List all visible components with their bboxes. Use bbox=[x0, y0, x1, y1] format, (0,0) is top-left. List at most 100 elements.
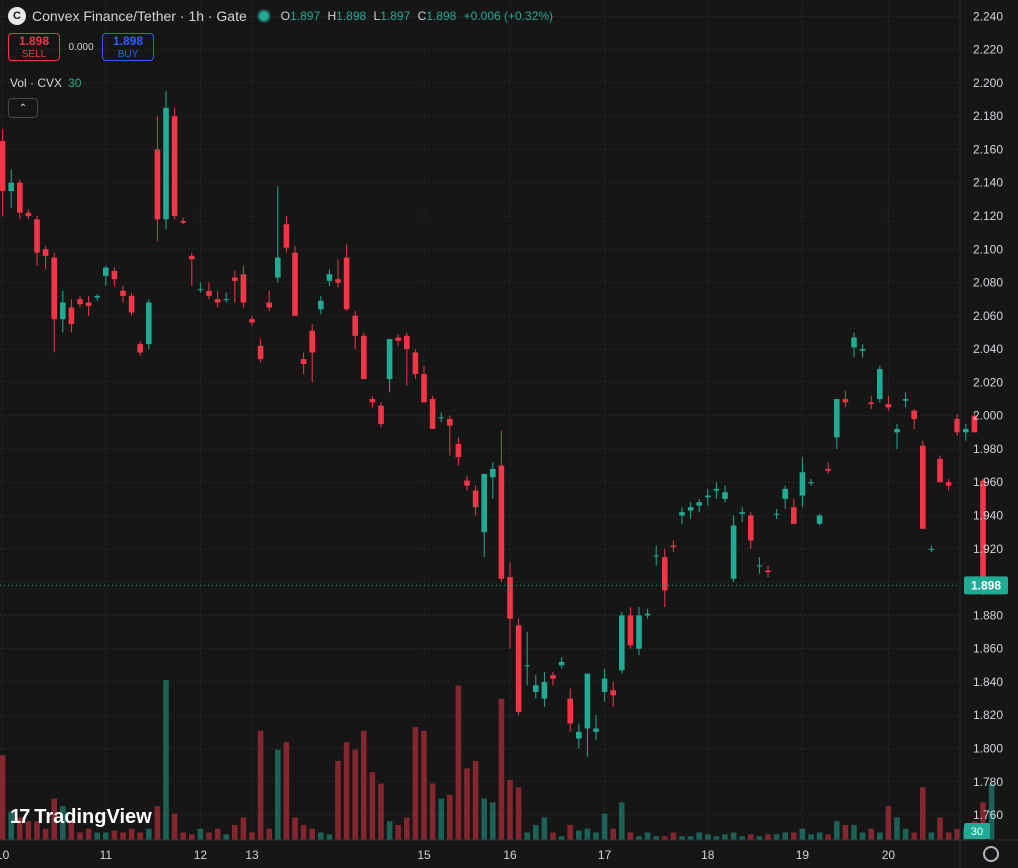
candle bbox=[42, 245, 49, 270]
candle bbox=[859, 344, 866, 358]
spread-value: 0.000 bbox=[68, 41, 94, 53]
candle bbox=[490, 462, 496, 499]
price-candles bbox=[0, 91, 995, 757]
candle bbox=[894, 424, 900, 449]
candle-body bbox=[834, 399, 840, 438]
candle bbox=[713, 482, 720, 499]
candle bbox=[963, 424, 969, 441]
candle-body bbox=[773, 513, 780, 515]
last-volume-label: 30 bbox=[971, 826, 983, 838]
candle bbox=[619, 612, 625, 674]
candle-body bbox=[782, 488, 788, 499]
candle-body bbox=[541, 681, 548, 699]
price-axis[interactable]: 2.240 2.220 2.200 2.180 2.160 2.140 2.120 2.100… bbox=[959, 0, 1008, 868]
volume-bar bbox=[472, 760, 479, 840]
candle bbox=[696, 498, 702, 513]
sell-button[interactable]: 1.898 SELL bbox=[8, 33, 60, 61]
candle bbox=[361, 332, 367, 380]
high-value: 1.898 bbox=[336, 9, 367, 23]
symbol-title[interactable]: Convex Finance/Tether · 1h · Gate bbox=[32, 8, 247, 24]
volume-bar bbox=[713, 836, 720, 840]
volume-bar bbox=[180, 832, 186, 840]
chart-grid bbox=[0, 0, 960, 840]
candle-body bbox=[859, 349, 866, 351]
candle-body bbox=[51, 257, 57, 320]
candle-body bbox=[404, 335, 410, 350]
candle bbox=[309, 324, 315, 383]
collapse-legend-button[interactable]: ⌃ bbox=[8, 98, 38, 118]
candle bbox=[51, 252, 57, 353]
candle bbox=[782, 485, 788, 509]
volume-legend[interactable]: Vol · CVX 30 bbox=[10, 76, 81, 90]
candle-body bbox=[257, 345, 264, 360]
volume-bar bbox=[662, 836, 668, 840]
candle bbox=[653, 545, 659, 566]
volume-bar bbox=[146, 828, 152, 840]
candle bbox=[34, 216, 40, 266]
volume-bar bbox=[773, 834, 780, 840]
candle-body bbox=[868, 402, 874, 405]
candle bbox=[283, 216, 290, 253]
candle-body bbox=[799, 472, 806, 496]
volume-bar bbox=[696, 832, 702, 840]
candlestick-chart[interactable]: 2.240 2.220 2.200 2.180 2.160 2.140 2.120 2.100… bbox=[0, 0, 1018, 868]
candle bbox=[0, 129, 6, 216]
volume-bar bbox=[782, 832, 788, 840]
candle bbox=[163, 91, 169, 230]
volume-bar bbox=[163, 680, 169, 840]
volume-bar bbox=[765, 834, 771, 840]
candle bbox=[369, 395, 376, 408]
candle-body bbox=[318, 300, 324, 310]
candle bbox=[455, 437, 462, 466]
volume-bar bbox=[318, 832, 324, 840]
volume-bar bbox=[421, 730, 427, 840]
volume-bar bbox=[920, 787, 926, 840]
volume-bar bbox=[851, 824, 857, 840]
candle-body bbox=[593, 728, 599, 732]
candle bbox=[171, 107, 178, 220]
buy-button[interactable]: 1.898 BUY bbox=[102, 33, 154, 61]
candle-body bbox=[739, 512, 745, 514]
candle bbox=[154, 116, 161, 241]
volume-bar bbox=[498, 698, 505, 840]
candle bbox=[610, 681, 616, 707]
candle bbox=[541, 671, 548, 707]
tradingview-logo[interactable]: 17 TradingView bbox=[10, 806, 152, 829]
candle bbox=[146, 299, 152, 350]
volume-bar bbox=[438, 798, 444, 840]
volume-bar bbox=[937, 817, 943, 840]
market-status-icon bbox=[258, 11, 269, 21]
candle-body bbox=[472, 490, 479, 508]
candle bbox=[524, 632, 530, 686]
candle bbox=[421, 365, 427, 403]
volume-bar bbox=[911, 832, 917, 840]
candle bbox=[679, 507, 685, 524]
candle bbox=[386, 339, 393, 393]
candle-body bbox=[77, 299, 83, 305]
candle bbox=[257, 339, 264, 363]
volume-bar bbox=[42, 828, 49, 840]
volume-bar bbox=[567, 824, 573, 840]
volume-bar bbox=[885, 806, 892, 840]
candle-body bbox=[34, 219, 40, 253]
candle-body bbox=[481, 473, 487, 533]
volume-bar bbox=[404, 817, 410, 840]
volume-bar bbox=[687, 836, 694, 840]
candle bbox=[85, 295, 92, 316]
x-tick-label: 15 bbox=[417, 848, 431, 862]
volume-bar bbox=[705, 834, 711, 840]
candle-body bbox=[920, 445, 926, 529]
volume-bar bbox=[877, 832, 883, 840]
candle-body bbox=[705, 495, 711, 498]
candle bbox=[120, 285, 126, 303]
volume-bar bbox=[816, 832, 823, 840]
volume-bar bbox=[232, 824, 238, 840]
candle-body bbox=[464, 480, 470, 486]
settings-gear-icon[interactable] bbox=[983, 846, 999, 862]
y-tick-label: 2.120 bbox=[973, 209, 1003, 223]
volume-bar bbox=[206, 832, 212, 840]
convex-logo-icon: C bbox=[8, 7, 26, 25]
candle bbox=[352, 310, 358, 350]
volume-bar bbox=[266, 828, 272, 840]
time-axis[interactable]: 10 11 12 13 15 16 17 18 19 20 bbox=[0, 839, 1018, 862]
